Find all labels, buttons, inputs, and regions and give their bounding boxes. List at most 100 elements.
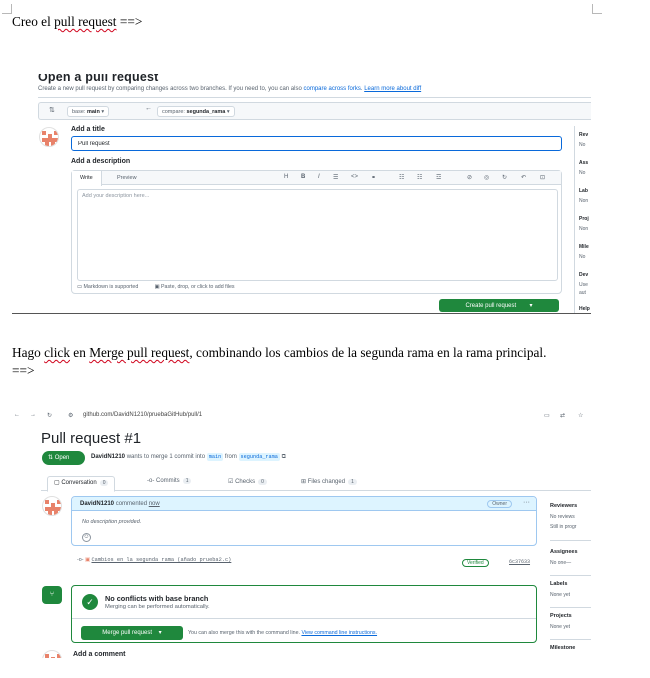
browser-address-bar: ← → ↻ ⚙ github.com/DavidN1210/pruebaGitH… — [12, 409, 591, 425]
editor-tabs: Write Preview H B I ☰ <> ⚭ ☷ ☷ ☲ ⊘ ◎ ↻ ↶… — [72, 171, 561, 186]
site-settings-icon[interactable]: ⚙ — [68, 412, 73, 419]
bold-icon[interactable]: B — [301, 174, 305, 180]
commit-sha-link[interactable]: 6c37633 — [509, 559, 530, 565]
avatar — [42, 650, 62, 658]
image-icon: ▣ — [154, 284, 160, 290]
labels-heading: Labels — [550, 581, 568, 587]
commit-icon: -o- — [77, 557, 84, 563]
base-branch-select[interactable]: base: main ▾ — [67, 106, 110, 117]
compare-branch-select[interactable]: compare: segunda_rama ▾ — [157, 106, 235, 117]
description-textarea[interactable]: Add your description here... — [77, 189, 558, 281]
page-corner-mark — [2, 4, 12, 14]
comment-box: DavidN1210 commented now Owner ··· No de… — [71, 496, 537, 546]
heading-icon[interactable]: H — [284, 174, 288, 180]
page-subtitle: Create a new pull request by comparing c… — [38, 86, 422, 92]
page-corner-mark — [592, 4, 602, 14]
command-line-instructions-link[interactable]: View command line instructions. — [301, 630, 377, 636]
add-reaction-icon[interactable]: ☺ — [82, 533, 91, 542]
base-branch-label: main — [206, 453, 224, 461]
avatar — [42, 496, 62, 516]
commit-icon: -o- — [147, 478, 155, 484]
merge-box: ✓ No conflicts with base branch Merging … — [71, 585, 537, 643]
doc-paragraph-2: Hago click en Merge pull request, combin… — [12, 345, 547, 378]
add-comment-heading: Add a comment — [73, 651, 126, 658]
verified-badge[interactable]: Verified — [462, 559, 489, 567]
chevron-down-icon: ▾ — [158, 630, 162, 636]
milestone-heading: Milestone — [550, 645, 576, 651]
identicon-icon — [45, 654, 61, 658]
commit-message-link[interactable]: Cambios en la segunda rama (añado prueba… — [91, 557, 231, 563]
add-description-label: Add a description — [71, 158, 131, 165]
ordered-list-icon[interactable]: ☷ — [417, 174, 422, 181]
quote-icon[interactable]: ☰ — [333, 174, 338, 181]
title-input[interactable] — [71, 136, 562, 151]
small-avatar-icon: ▣ — [84, 557, 90, 563]
back-icon[interactable]: ← — [14, 412, 20, 418]
link-icon[interactable]: ⚭ — [371, 174, 376, 181]
identicon-icon — [45, 500, 61, 515]
compare-icon: ⇅ — [49, 107, 55, 114]
branch-compare-bar: ⇅ base: main ▾ ← compare: segunda_rama ▾ — [38, 102, 591, 120]
merge-status-title: No conflicts with base branch — [105, 594, 209, 603]
avatar — [39, 127, 59, 147]
pr-title: Pull request #1 — [41, 430, 142, 447]
comment-time-link[interactable]: now — [149, 501, 160, 507]
reload-icon[interactable]: ↻ — [47, 412, 52, 419]
markdown-icon: ▭ — [77, 284, 83, 290]
compare-forks-link[interactable]: compare across forks — [304, 86, 361, 92]
code-icon[interactable]: <> — [351, 174, 358, 180]
assignees-heading: Assignees — [550, 549, 578, 555]
doc-line-1: Creo el pull request ==> — [12, 14, 143, 29]
owner-badge: Owner — [487, 500, 512, 508]
reference-icon[interactable]: ↻ — [502, 174, 507, 181]
more-options-icon[interactable]: ··· — [523, 499, 530, 506]
learn-more-link[interactable]: Learn more about diff — [364, 86, 421, 92]
screenshot-open-pull-request: Open a pull request Create a new pull re… — [12, 74, 591, 314]
task-list-icon[interactable]: ☲ — [436, 174, 441, 181]
tab-commits[interactable]: -o- Commits 1 — [141, 476, 197, 486]
forward-icon[interactable]: → — [30, 412, 36, 418]
tab-write[interactable]: Write — [72, 171, 102, 186]
screenshot-pull-request-view: ← → ↻ ⚙ github.com/DavidN1210/pruebaGitH… — [12, 406, 591, 658]
editor-footer: ▭ Markdown is supported ▣ Paste, drop, o… — [77, 284, 235, 290]
tab-files-changed[interactable]: ⊞ Files changed 1 — [295, 476, 363, 487]
add-title-label: Add a title — [71, 126, 105, 133]
check-icon: ✓ — [82, 594, 98, 610]
merge-hint: You can also merge this with the command… — [188, 630, 378, 636]
file-diff-icon: ⊞ — [301, 479, 307, 485]
undo-icon[interactable]: ↶ — [521, 174, 526, 181]
pr-open-icon: ⇅ — [48, 455, 54, 461]
fullscreen-icon[interactable]: ⊡ — [540, 174, 545, 181]
copy-icon[interactable]: ⧉ — [282, 454, 286, 460]
divider — [72, 618, 536, 619]
page-title: Open a pull request — [38, 74, 159, 84]
italic-icon[interactable]: I — [318, 174, 320, 180]
no-description-text: No description provided. — [82, 519, 142, 525]
merge-status-subtitle: Merging can be performed automatically. — [105, 604, 210, 610]
attach-icon[interactable]: ⊘ — [467, 174, 472, 181]
description-editor: Write Preview H B I ☰ <> ⚭ ☷ ☷ ☲ ⊘ ◎ ↻ ↶… — [71, 170, 562, 294]
arrow-left-icon: ← — [145, 105, 152, 112]
head-branch-label: segunda_rama — [238, 453, 280, 461]
tab-checks[interactable]: ☑ Checks 0 — [222, 476, 273, 487]
pr-meta: DavidN1210 wants to merge 1 commit into … — [91, 453, 286, 461]
mention-icon[interactable]: ◎ — [484, 174, 489, 181]
identicon-icon — [42, 131, 58, 146]
merge-pull-request-button[interactable]: Merge pull request ▾ — [81, 626, 183, 640]
cast-icon[interactable]: ▭ — [544, 412, 550, 419]
divider — [38, 97, 591, 98]
tab-preview[interactable]: Preview — [109, 171, 145, 185]
git-merge-icon: ⑂ — [42, 586, 62, 604]
reviewers-heading: Reviewers — [550, 503, 578, 509]
star-icon[interactable]: ☆ — [578, 412, 583, 419]
tab-conversation[interactable]: ▢ Conversation 0 — [47, 476, 116, 492]
url-text[interactable]: github.com/DavidN1210/pruebaGitHub/pull/… — [83, 412, 202, 418]
translate-icon[interactable]: ⇄ — [560, 412, 565, 419]
status-badge: ⇅ Open — [42, 451, 85, 465]
pr-tabs: ▢ Conversation 0 -o- Commits 1 ☑ Checks 0 ⊞… — [41, 473, 591, 492]
checklist-icon: ☑ — [228, 479, 234, 485]
comment-icon: ▢ — [54, 480, 60, 486]
unordered-list-icon[interactable]: ☷ — [399, 174, 404, 181]
create-pull-request-button[interactable]: Create pull request ▾ — [439, 299, 559, 312]
comment-header: DavidN1210 commented now Owner ··· — [72, 497, 536, 511]
